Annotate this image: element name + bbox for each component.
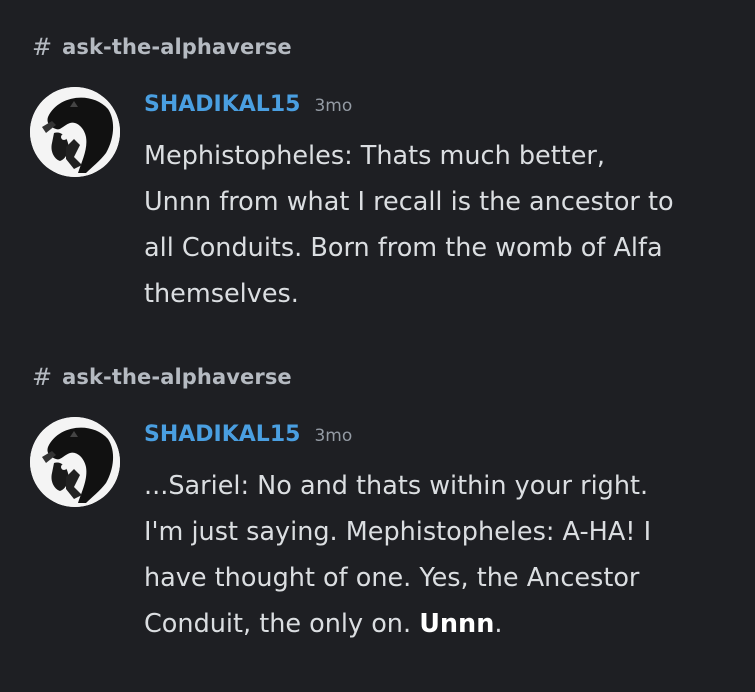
channel-name[interactable]: ask-the-alphaverse [62, 32, 292, 62]
avatar-image [30, 417, 120, 507]
avatar[interactable] [30, 417, 120, 507]
message-line: Mephistopheles: Thats much better, [144, 141, 605, 171]
message-line: I'm just saying. Mephistopheles: A-HA! I [144, 517, 652, 547]
message-line: Conduit, the only on. Unnn. [144, 601, 744, 647]
channel-name[interactable]: ask-the-alphaverse [62, 362, 292, 392]
hash-icon: # [32, 33, 53, 61]
channel-link[interactable]: # ask-the-alphaverse [32, 362, 292, 392]
channel-link[interactable]: # ask-the-alphaverse [32, 32, 292, 62]
hash-icon: # [32, 363, 53, 391]
message-line: all Conduits. Born from the womb of Alfa [144, 233, 663, 263]
search-results: # ask-the-alphaverse SHADIKAL15 3mo Meph… [0, 0, 755, 692]
message-line: themselves. [144, 279, 299, 309]
message-line: Unnn from what I recall is the ancestor … [144, 187, 674, 217]
username[interactable]: SHADIKAL15 [144, 92, 300, 117]
message-header: SHADIKAL15 3mo [144, 422, 352, 447]
message-text: . [494, 609, 503, 639]
timestamp: 3mo [314, 426, 353, 446]
avatar[interactable] [30, 87, 120, 177]
message-content: ...Sariel: No and thats within your righ… [144, 463, 744, 647]
avatar-image [30, 87, 120, 177]
timestamp: 3mo [314, 96, 353, 116]
message-line: have thought of one. Yes, the Ancestor [144, 563, 640, 593]
message-text: Conduit, the only on. [144, 609, 420, 639]
message-content: Mephistopheles: Thats much better, Unnn … [144, 133, 744, 317]
message-header: SHADIKAL15 3mo [144, 92, 352, 117]
message-line: ...Sariel: No and thats within your righ… [144, 471, 649, 501]
username[interactable]: SHADIKAL15 [144, 422, 300, 447]
bold-mention: Unnn [419, 609, 495, 639]
